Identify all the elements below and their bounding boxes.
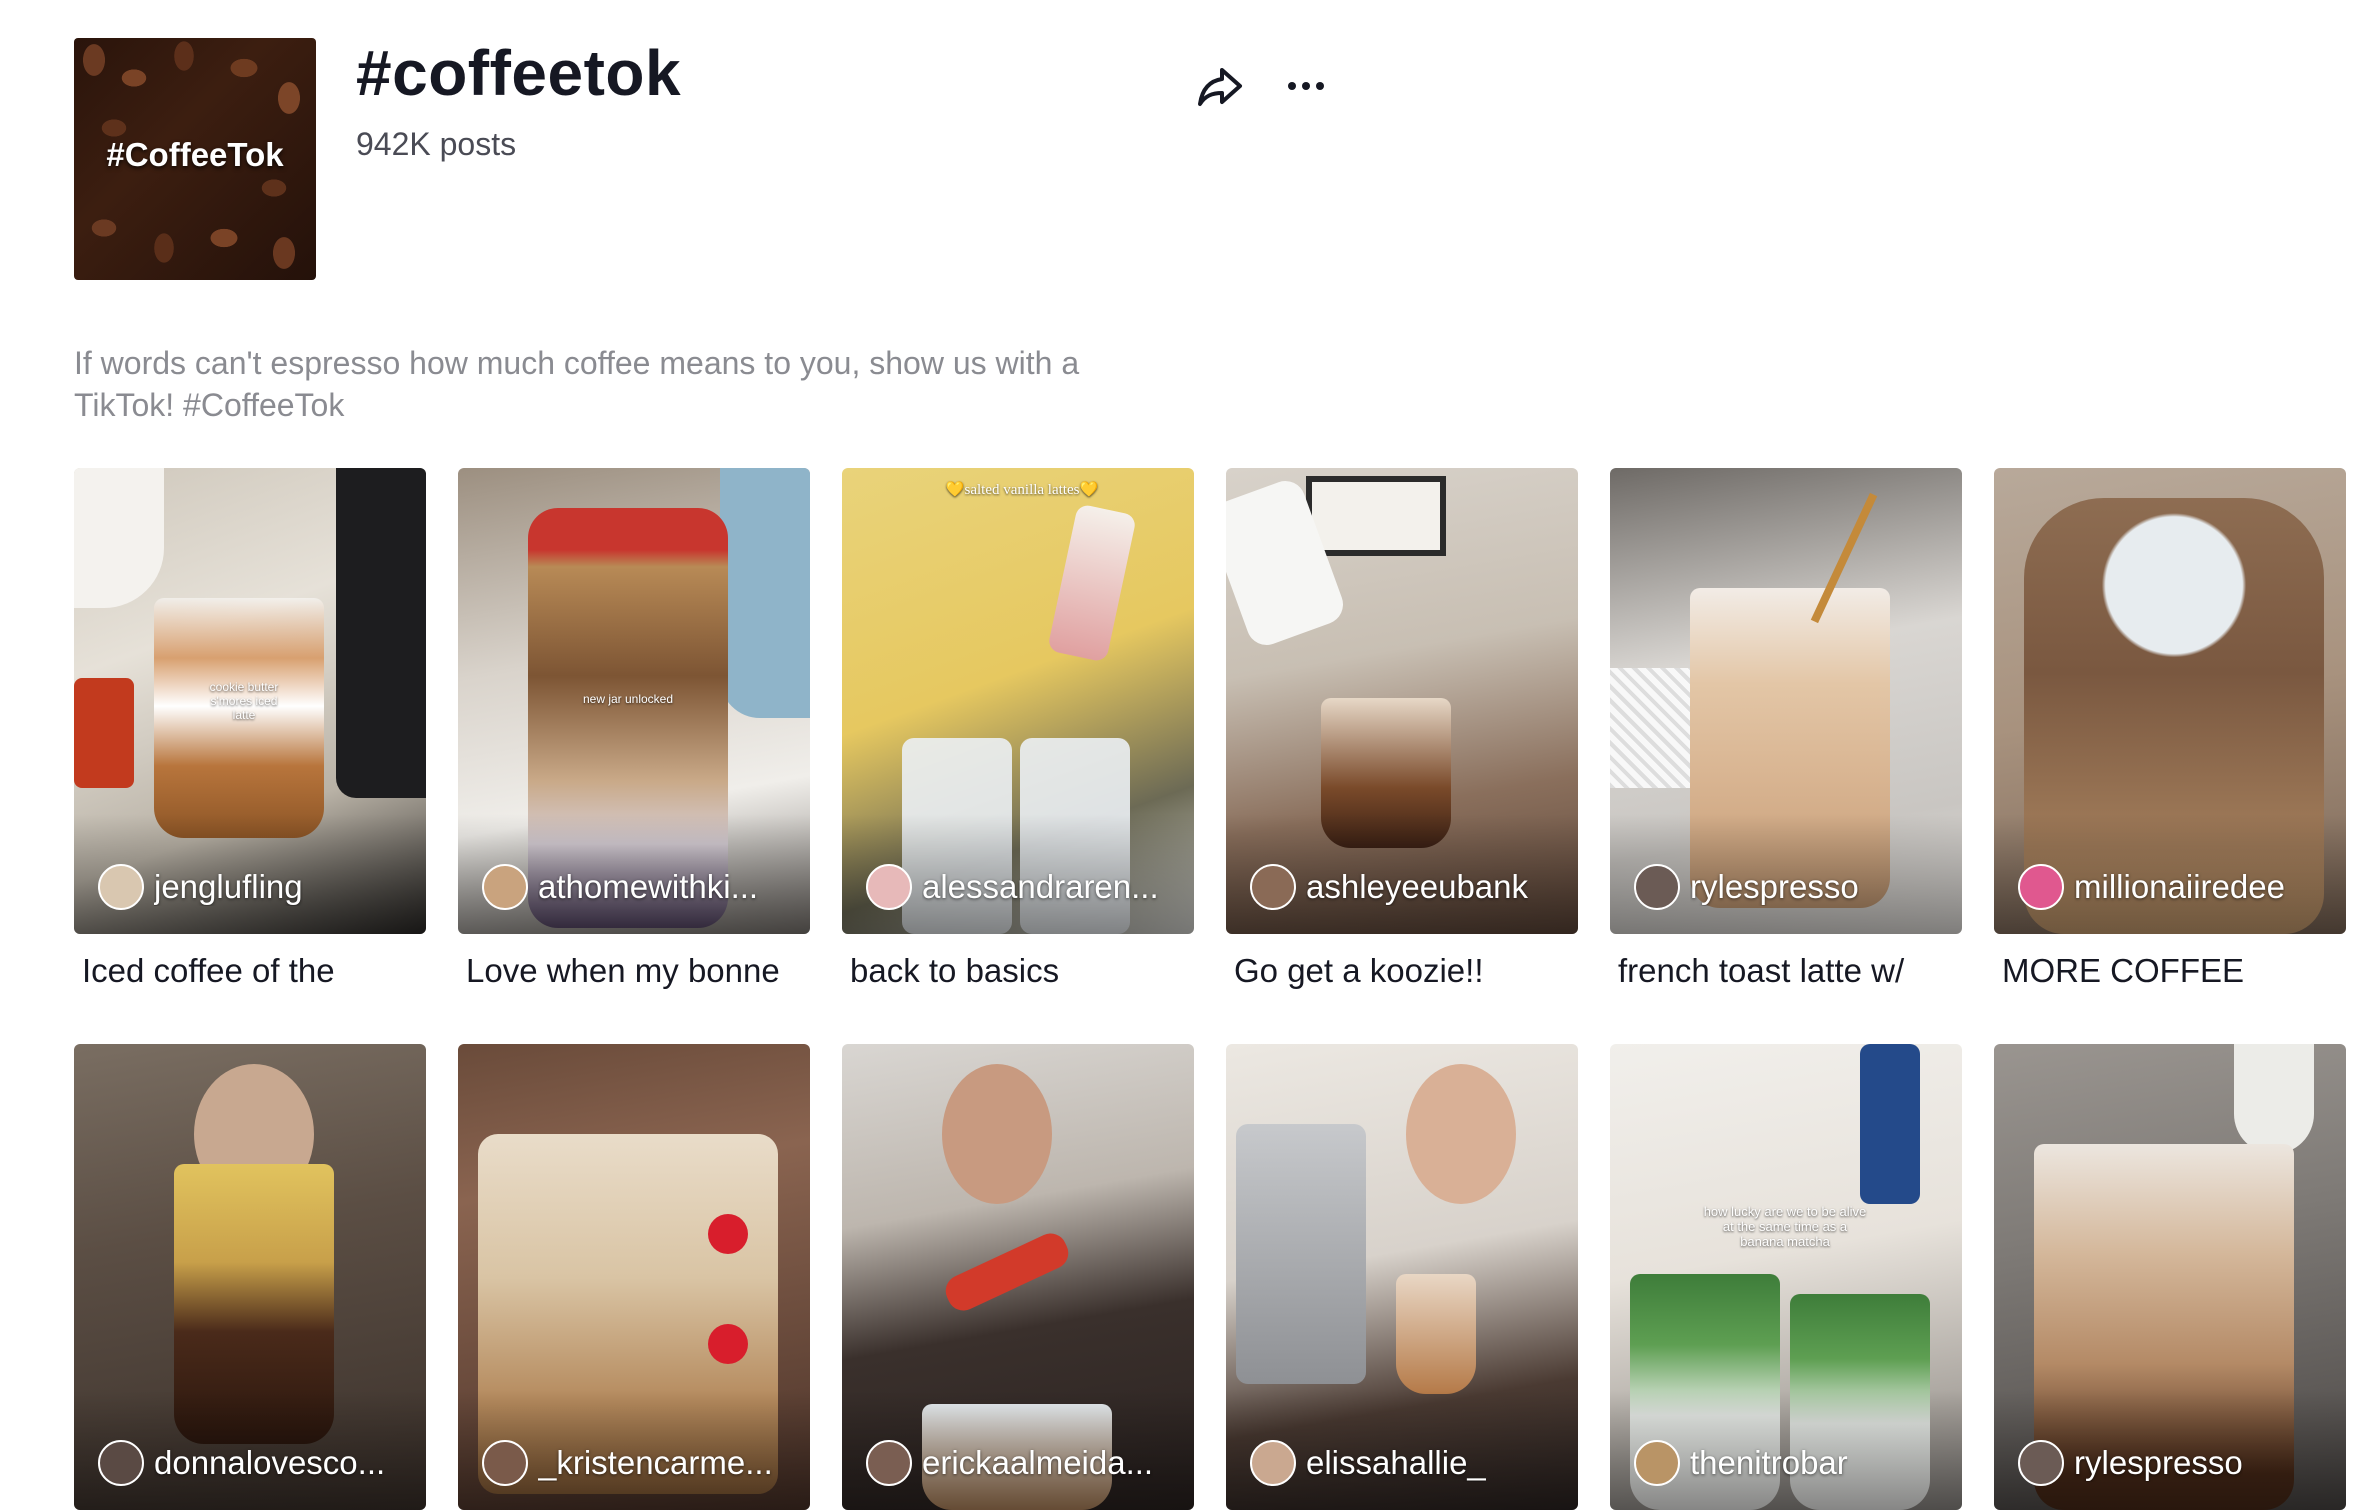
video-caption: Love when my bonne <box>466 952 780 989</box>
video-caption: french toast latte w/ <box>1618 952 1905 989</box>
video-overlay-text: 💛salted vanilla lattes💛 <box>945 482 1099 498</box>
video-author[interactable]: jenglufling <box>98 864 303 910</box>
video-thumbnail[interactable]: rylespresso <box>1610 468 1962 934</box>
hashtag-cover-image: #CoffeeTok <box>74 38 316 280</box>
video-author[interactable]: millionaiiredee <box>2018 864 2285 910</box>
video-thumbnail[interactable]: elissahallie_ <box>1226 1044 1578 1510</box>
video-author[interactable]: ashleyeeubank <box>1250 864 1528 910</box>
username: elissahallie_ <box>1306 1444 1486 1481</box>
video-author[interactable]: rylespresso <box>2018 1440 2243 1486</box>
avatar <box>482 864 528 910</box>
video-overlay-text: cookie butter s'mores iced latte <box>209 680 279 722</box>
avatar <box>98 1440 144 1486</box>
video-thumbnail[interactable]: rylespresso <box>1994 1044 2346 1510</box>
share-arrow-icon <box>1198 68 1242 106</box>
username: erickaalmeida... <box>922 1444 1154 1481</box>
video-thumbnail[interactable]: donnalovesco... <box>74 1044 426 1510</box>
video-author[interactable]: alessandraren... <box>866 864 1159 910</box>
video-caption: Go get a koozie!! <box>1234 952 1484 989</box>
video-author[interactable]: erickaalmeida... <box>866 1440 1153 1486</box>
avatar <box>2018 1440 2064 1486</box>
video-thumbnail[interactable]: erickaalmeida... <box>842 1044 1194 1510</box>
video-thumbnail[interactable]: 💛salted vanilla lattes💛 alessandraren... <box>842 468 1194 934</box>
video-author[interactable]: donnalovesco... <box>98 1440 385 1486</box>
username: jenglufling <box>154 868 303 905</box>
share-button[interactable] <box>1192 58 1248 114</box>
video-thumbnail[interactable]: cookie butter s'mores iced latte jengluf… <box>74 468 426 934</box>
avatar <box>1634 864 1680 910</box>
video-author[interactable]: athomewithki... <box>482 864 758 910</box>
more-options-button[interactable] <box>1278 58 1334 114</box>
cover-text: #CoffeeTok <box>106 136 284 173</box>
video-caption: MORE COFFEE <box>2002 952 2245 989</box>
avatar <box>866 1440 912 1486</box>
username: ashleyeeubank <box>1306 868 1529 905</box>
username: alessandraren... <box>922 868 1159 905</box>
username: rylespresso <box>1690 868 1859 905</box>
avatar <box>482 1440 528 1486</box>
video-author[interactable]: _kristencarme... <box>482 1440 773 1486</box>
video-thumbnail[interactable]: how lucky are we to be alive at the same… <box>1610 1044 1962 1510</box>
video-author[interactable]: elissahallie_ <box>1250 1440 1486 1486</box>
video-caption: Iced coffee of the <box>82 952 335 989</box>
avatar <box>1250 864 1296 910</box>
video-overlay-text: new jar unlocked <box>582 692 674 706</box>
post-count: 942K posts <box>356 126 517 162</box>
avatar <box>2018 864 2064 910</box>
video-caption: back to basics <box>850 952 1060 989</box>
username: donnalovesco... <box>154 1444 386 1481</box>
video-thumbnail[interactable]: ashleyeeubank <box>1226 468 1578 934</box>
username: rylespresso <box>2074 1444 2243 1481</box>
video-overlay-text: how lucky are we to be alive at the same… <box>1703 1204 1867 1249</box>
username: athomewithki... <box>538 868 759 905</box>
video-author[interactable]: thenitrobar <box>1634 1440 1848 1486</box>
hashtag-description: If words can't espresso how much coffee … <box>74 345 1080 423</box>
video-author[interactable]: rylespresso <box>1634 864 1859 910</box>
hashtag-title: #coffeetok <box>356 37 682 109</box>
ellipsis-icon <box>1288 82 1324 90</box>
username: thenitrobar <box>1690 1444 1848 1481</box>
video-thumbnail[interactable]: millionaiiredee <box>1994 468 2346 934</box>
avatar <box>1634 1440 1680 1486</box>
avatar <box>98 864 144 910</box>
video-thumbnail[interactable]: new jar unlocked athomewithki... <box>458 468 810 934</box>
video-thumbnail[interactable]: _kristencarme... <box>458 1044 810 1510</box>
username: millionaiiredee <box>2074 868 2285 905</box>
avatar <box>866 864 912 910</box>
avatar <box>1250 1440 1296 1486</box>
username: _kristencarme... <box>538 1444 773 1481</box>
